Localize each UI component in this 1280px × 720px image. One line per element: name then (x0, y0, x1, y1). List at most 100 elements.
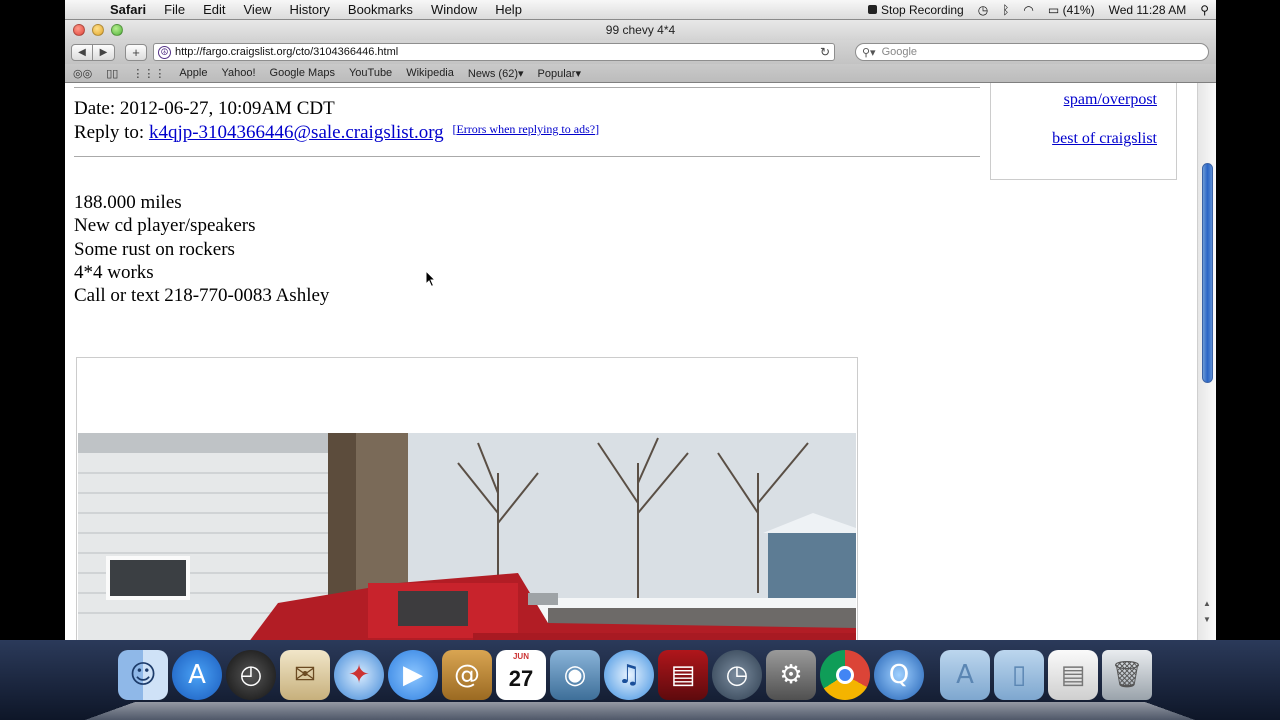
documents-folder-icon[interactable]: ▯ (994, 650, 1044, 700)
address-book-icon[interactable]: @ (442, 650, 492, 700)
desktop: Safari File Edit View History Bookmarks … (0, 0, 1280, 720)
menu-help[interactable]: Help (486, 2, 531, 17)
photo-booth-icon[interactable]: ▤ (658, 650, 708, 700)
stop-recording-button[interactable]: Stop Recording (861, 3, 971, 17)
forward-button[interactable]: ▶ (93, 43, 115, 61)
trash-icon[interactable]: 🗑 (1102, 650, 1152, 700)
vertical-scrollbar[interactable]: ▲ ▼ (1197, 83, 1216, 640)
menu-edit[interactable]: Edit (194, 2, 234, 17)
time-machine-icon[interactable]: ◷ (712, 650, 762, 700)
scrollbar-thumb[interactable] (1202, 163, 1213, 383)
title-bar[interactable]: 99 chevy 4*4 (65, 20, 1216, 40)
address-bar[interactable]: ☮ http://fargo.craigslist.org/cto/310436… (153, 43, 835, 61)
menu-bar: Safari File Edit View History Bookmarks … (65, 0, 1216, 20)
screen-edge-right (1216, 0, 1280, 640)
safari-compass-icon: ✦ (348, 660, 370, 690)
scroll-up-arrow-icon[interactable]: ▲ (1203, 599, 1211, 608)
menu-extras: Stop Recording ◷ ᛒ ◠ ▭ (41%) Wed 11:28 A… (861, 3, 1216, 17)
finder-face-icon: ☺ (129, 660, 157, 690)
window-title: 99 chevy 4*4 (605, 23, 676, 37)
iphoto-camera-icon: ◉ (563, 660, 587, 690)
vehicle-photo[interactable] (78, 433, 856, 640)
stop-recording-label: Stop Recording (881, 2, 964, 17)
body-line: 4*4 works (74, 261, 154, 283)
app-store-icon[interactable]: A (172, 650, 222, 700)
search-icon: ⚲▾ (862, 46, 876, 59)
reply-email-link[interactable]: k4qjp-3104366446@sale.craigslist.org (149, 122, 444, 143)
dashboard-gauge-icon: ◴ (239, 660, 263, 690)
dock: ☺ A ◴ ✉ ✦ ▶ @ JUN 27 ◉ ♫ ▤ ◷ ⚙ Q A ▯ ▤ 🗑 (0, 640, 1280, 720)
top-sites-grid-icon[interactable]: ⋮⋮⋮ (132, 67, 165, 80)
document-icon: ▯ (1011, 660, 1027, 690)
errors-link-text: Errors when replying to ads? (456, 122, 596, 136)
stop-icon (868, 5, 877, 14)
body-line: 188.000 miles (74, 192, 182, 213)
forward-arrow-icon: ▶ (99, 46, 108, 58)
spam-overpost-link[interactable]: spam/overpost (1064, 91, 1157, 109)
body-line: Call or text 218-770-0083 Ashley (74, 285, 330, 307)
body-line: Some rust on rockers (74, 238, 235, 260)
dock-separator (928, 650, 936, 700)
site-favicon-icon: ☮ (158, 45, 171, 59)
clock[interactable]: Wed 11:28 AM (1102, 3, 1194, 17)
reply-to-label: Reply to: (74, 122, 149, 143)
downloads-stack-icon[interactable]: ▤ (1048, 650, 1098, 700)
safari-icon[interactable]: ✦ (334, 650, 384, 700)
url-field[interactable]: http://fargo.craigslist.org/cto/31043664… (175, 46, 816, 58)
photo-strip-icon: ▤ (670, 660, 696, 690)
bluetooth-icon[interactable]: ᛒ (995, 3, 1016, 17)
mail-icon[interactable]: ✉ (280, 650, 330, 700)
menu-file[interactable]: File (155, 2, 194, 17)
battery-status[interactable]: ▭ (41%) (1041, 3, 1102, 17)
add-bookmark-button[interactable]: + (125, 43, 147, 61)
bookmark-google-maps[interactable]: Google Maps (270, 67, 335, 79)
scroll-down-arrow-icon[interactable]: ▼ (1203, 615, 1211, 624)
dock-items: ☺ A ◴ ✉ ✦ ▶ @ JUN 27 ◉ ♫ ▤ ◷ ⚙ Q A ▯ ▤ 🗑 (118, 650, 1152, 700)
time-machine-menu-icon[interactable]: ◷ (971, 3, 995, 17)
mouse-cursor-icon (425, 270, 437, 288)
quicktime-icon[interactable]: Q (874, 650, 924, 700)
page-content: Date: 2012-06-27, 10:09AM CDT Reply to: … (65, 83, 1197, 640)
menu-bookmarks[interactable]: Bookmarks (339, 2, 422, 17)
bookmark-youtube[interactable]: YouTube (349, 67, 392, 79)
mail-eagle-icon: ✉ (294, 660, 316, 690)
reading-list-icon[interactable]: ◎◎ (73, 67, 92, 80)
back-button[interactable]: ◀ (71, 43, 93, 61)
bookmarks-bar: ◎◎ ▯▯ ⋮⋮⋮ Apple Yahoo! Google Maps YouTu… (65, 64, 1216, 83)
bookmark-news[interactable]: News (62)▾ (468, 67, 524, 80)
ical-icon[interactable]: JUN 27 (496, 650, 546, 700)
chrome-icon[interactable] (820, 650, 870, 700)
chrome-center-icon (836, 666, 854, 684)
system-preferences-icon[interactable]: ⚙ (766, 650, 816, 700)
at-sign-icon: @ (454, 660, 480, 690)
file-icon: ▤ (1060, 660, 1086, 690)
dashboard-icon[interactable]: ◴ (226, 650, 276, 700)
app-store-glyph-icon: A (188, 660, 206, 690)
bookmark-popular[interactable]: Popular▾ (538, 67, 581, 80)
toolbar: ◀ ▶ + ☮ http://fargo.craigslist.org/cto/… (65, 40, 1216, 64)
applications-folder-icon[interactable]: A (940, 650, 990, 700)
divider (74, 156, 980, 157)
back-arrow-icon: ◀ (78, 46, 86, 58)
menu-app-safari[interactable]: Safari (101, 2, 155, 17)
menu-history[interactable]: History (280, 2, 338, 17)
itunes-icon[interactable]: ♫ (604, 650, 654, 700)
best-of-craigslist-link[interactable]: best of craigslist (1052, 130, 1157, 148)
errors-bracket-close: ] (595, 122, 600, 136)
finder-icon[interactable]: ☺ (118, 650, 168, 700)
bookmarks-book-icon[interactable]: ▯▯ (106, 67, 118, 80)
bookmark-apple[interactable]: Apple (179, 67, 207, 79)
reload-icon[interactable]: ↻ (820, 45, 830, 59)
spotlight-icon[interactable]: ⚲ (1193, 3, 1216, 17)
wifi-icon[interactable]: ◠ (1016, 3, 1040, 17)
search-field[interactable]: ⚲▾ Google (855, 43, 1209, 61)
menu-view[interactable]: View (235, 2, 281, 17)
bookmark-wikipedia[interactable]: Wikipedia (406, 67, 454, 79)
errors-when-replying-link[interactable]: [Errors when replying to ads?] (452, 122, 599, 136)
ichat-icon[interactable]: ▶ (388, 650, 438, 700)
menu-window[interactable]: Window (422, 2, 486, 17)
search-placeholder: Google (881, 46, 918, 58)
bookmark-yahoo[interactable]: Yahoo! (221, 67, 255, 79)
calendar-month: JUN (512, 652, 529, 661)
iphoto-icon[interactable]: ◉ (550, 650, 600, 700)
